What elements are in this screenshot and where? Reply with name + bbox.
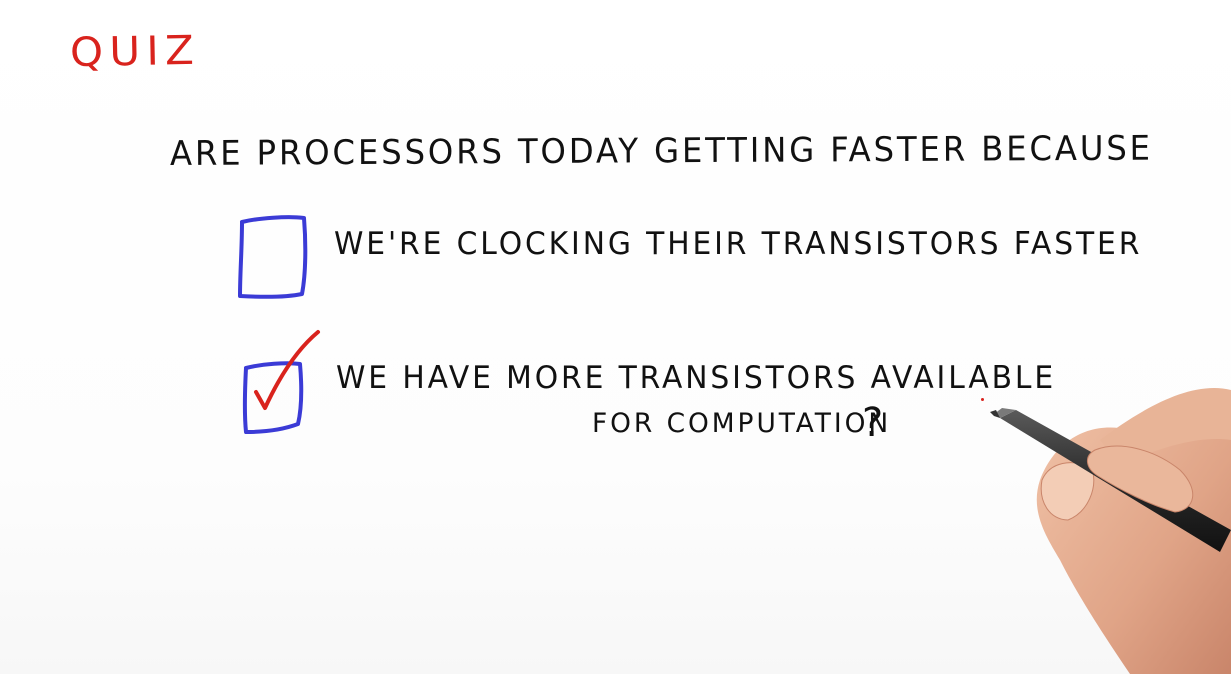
option-1-label: WE'RE CLOCKING THEIR TRANSISTORS FASTER: [334, 226, 1143, 262]
option-1-checkbox[interactable]: [228, 208, 318, 308]
whiteboard: QUIZ ARE PROCESSORS TODAY GETTING FASTER…: [0, 0, 1231, 674]
quiz-title: QUIZ: [69, 27, 201, 76]
hand-with-pen-image: [990, 388, 1231, 674]
question-mark: ?: [862, 400, 884, 446]
option-2-label-line-2: FOR COMPUTATION: [592, 408, 892, 439]
option-2-checkbox[interactable]: [232, 322, 332, 442]
option-2-label-line-1: WE HAVE MORE TRANSISTORS AVAILABLE: [336, 360, 1057, 396]
question-text: ARE PROCESSORS TODAY GETTING FASTER BECA…: [169, 128, 1153, 174]
checkmark-icon: [254, 330, 320, 410]
